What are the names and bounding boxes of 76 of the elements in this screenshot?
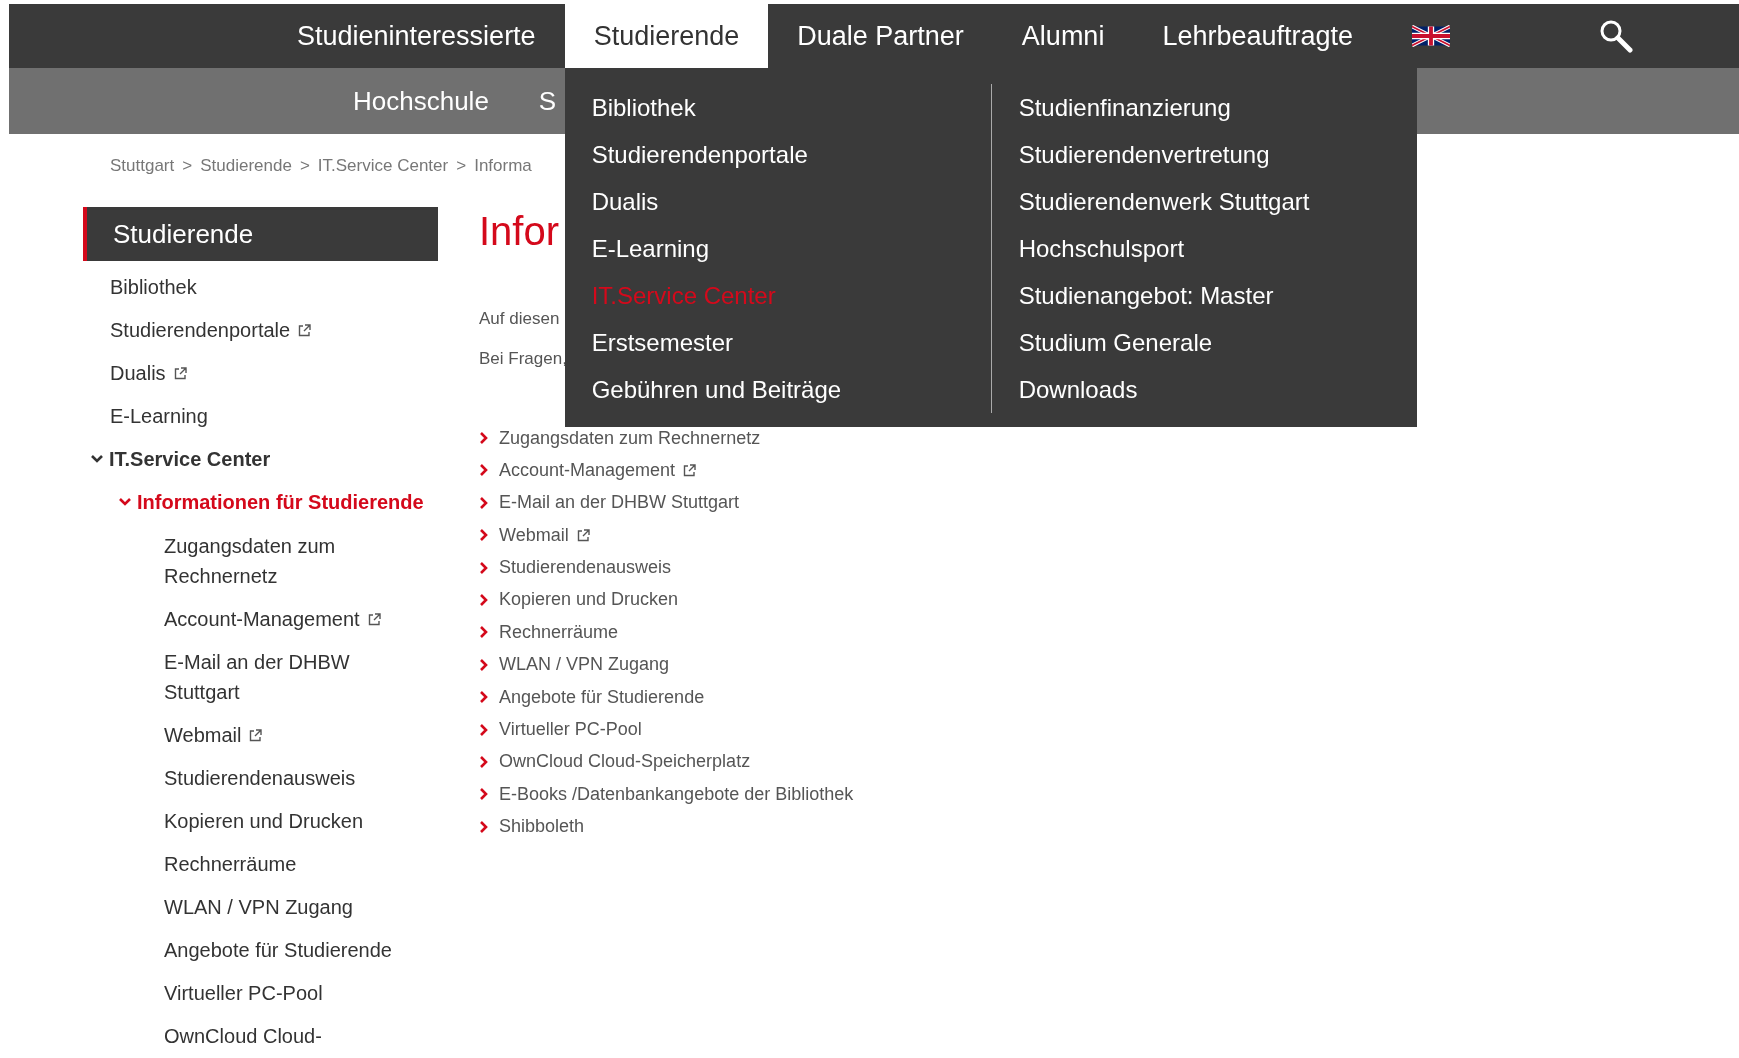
sidebar-link[interactable]: Angebote für Studierende <box>164 935 392 965</box>
chevron-right-icon <box>479 722 489 737</box>
menu-item[interactable]: Studium Generale <box>1018 319 1310 366</box>
content-link[interactable]: Webmail <box>499 524 569 546</box>
content-link[interactable]: WLAN / VPN Zugang <box>499 654 670 676</box>
sidebar-link[interactable]: Studierendenportale <box>110 315 291 345</box>
nav-tab[interactable]: Studierende <box>564 4 769 68</box>
sidebar-link[interactable]: IT.Service Center <box>109 444 271 474</box>
chevron-right-icon <box>479 625 489 640</box>
nav-tab[interactable]: Lehrbeauftragte <box>1133 4 1383 68</box>
content-link[interactable]: Shibboleth <box>499 816 585 838</box>
content-link[interactable]: Studierendenausweis <box>499 557 672 579</box>
content-link[interactable]: Angebote für Studierende <box>499 686 705 708</box>
menu-item[interactable]: Studienangebot: Master <box>1018 272 1310 319</box>
menu-item[interactable]: Studierendenvertretung <box>1018 131 1310 178</box>
content-link[interactable]: Account-Management <box>499 459 676 481</box>
menu-item[interactable]: Erstsemester <box>591 319 991 366</box>
chevron-right-icon <box>479 463 489 478</box>
sidebar-link[interactable]: Kopieren und Drucken <box>164 806 363 836</box>
breadcrumb-separator: > <box>299 156 310 176</box>
content-link[interactable]: E-Mail an der DHBW Stuttgart <box>499 492 740 514</box>
paragraph-text: Bei Fragen, <box>479 348 567 370</box>
chevron-right-icon <box>479 819 489 834</box>
nav-tab[interactable]: Duale Partner <box>768 4 993 68</box>
menu-item[interactable]: Studierendenwerk Stuttgart <box>1018 178 1310 225</box>
chevron-right-icon <box>479 495 489 510</box>
breadcrumb-link[interactable]: Studierende <box>200 156 292 176</box>
page-heading: Infor <box>479 208 560 255</box>
sidebar-link[interactable]: Rechnerräume <box>164 849 297 879</box>
menu-item[interactable]: E-Learning <box>591 225 991 272</box>
chevron-right-icon <box>479 754 489 769</box>
sidebar-link[interactable]: Informationen für Studierende <box>137 487 424 517</box>
chevron-right-icon <box>479 592 489 607</box>
menu-item[interactable]: Studienfinanzierung <box>1018 84 1310 131</box>
uk-flag-icon[interactable] <box>1412 25 1451 47</box>
content-link[interactable]: Zugangsdaten zum Rechnernetz <box>499 427 761 449</box>
sidebar-link[interactable]: Webmail <box>164 720 242 750</box>
sidebar-link[interactable]: Bibliothek <box>110 272 197 302</box>
menu-item[interactable]: Hochschulsport <box>1018 225 1310 272</box>
breadcrumb-separator: > <box>182 156 193 176</box>
nav-tab[interactable]: Studieninteressierte <box>268 4 565 68</box>
content-link[interactable]: OwnCloud Cloud-Speicherplatz <box>499 751 751 773</box>
breadcrumb-link[interactable]: Stuttgart <box>110 156 175 176</box>
chevron-right-icon <box>479 528 489 543</box>
chevron-right-icon <box>479 431 489 445</box>
menu-item[interactable]: Downloads <box>1018 366 1310 413</box>
content-link[interactable]: Kopieren und Drucken <box>499 589 679 611</box>
sidebar-link[interactable]: Virtueller PC-Pool <box>164 978 323 1008</box>
sidebar-heading: Studierende <box>83 207 438 261</box>
sidebar-link[interactable]: Account-Management <box>164 604 360 634</box>
breadcrumb-separator: > <box>456 156 467 176</box>
menu-item[interactable]: Studierendenportale <box>591 131 991 178</box>
breadcrumb-link[interactable]: Informa <box>474 156 532 176</box>
chevron-right-icon <box>479 657 489 672</box>
sidebar-link[interactable]: WLAN / VPN Zugang <box>164 892 353 922</box>
sidebar-link[interactable]: E-Learning <box>110 401 208 431</box>
paragraph-text: Auf diesen <box>479 308 560 330</box>
sidebar-link[interactable]: Dualis <box>110 358 166 388</box>
sidebar-link[interactable]: Studierendenausweis <box>164 763 356 793</box>
nav-link[interactable]: S <box>538 85 557 117</box>
content-link[interactable]: E-Books /Datenbankangebote der Bibliothek <box>499 783 854 805</box>
sidebar-link[interactable]: OwnCloud Cloud- <box>164 1021 322 1051</box>
breadcrumb-link[interactable]: IT.Service Center <box>317 156 449 176</box>
nav-link[interactable]: Hochschule <box>353 85 489 117</box>
chevron-right-icon <box>479 690 489 705</box>
chevron-right-icon <box>479 560 489 575</box>
sidebar-link[interactable]: Zugangsdaten zum Rechnernetz <box>164 531 414 591</box>
sidebar-link[interactable]: E-Mail an der DHBW Stuttgart <box>164 647 414 707</box>
content-link[interactable]: Virtueller PC-Pool <box>499 719 642 740</box>
menu-item[interactable]: Gebühren und Beiträge <box>591 366 991 413</box>
search-icon[interactable] <box>1599 19 1633 53</box>
content-link[interactable]: Rechnerräume <box>499 621 619 643</box>
nav-tab[interactable]: Alumni <box>992 4 1134 68</box>
menu-item[interactable]: Dualis <box>591 178 991 225</box>
chevron-right-icon <box>479 787 489 802</box>
menu-item[interactable]: Bibliothek <box>591 84 991 131</box>
